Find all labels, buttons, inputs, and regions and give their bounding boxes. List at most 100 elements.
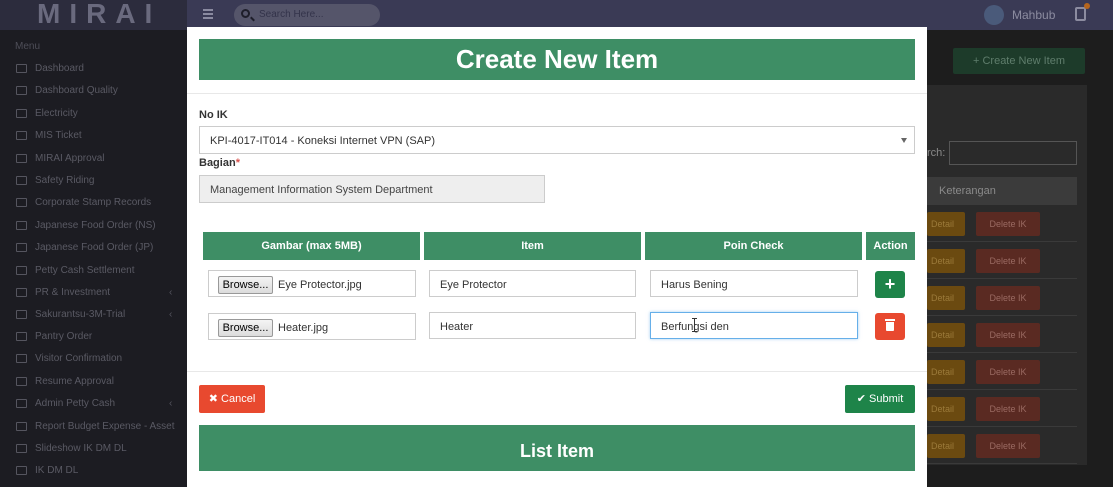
cancel-button[interactable]: ✖ Cancel xyxy=(199,385,265,413)
table-row: Detail Delete IK xyxy=(927,205,1077,242)
bagian-label: Bagian* xyxy=(199,157,240,169)
create-new-item-button[interactable]: + Create New Item xyxy=(953,48,1085,74)
sidebar-item-resume-approval[interactable]: Resume Approval xyxy=(16,374,186,392)
monitor-icon xyxy=(16,64,27,73)
check-icon: ✔ xyxy=(856,393,870,405)
detail-button[interactable]: Detail xyxy=(927,249,965,273)
create-item-modal: Create New Item No IK KPI-4017-IT014 - K… xyxy=(187,27,927,487)
list-icon xyxy=(16,466,27,475)
bagian-field: Management Information System Department xyxy=(199,175,545,203)
sidebar-item-mirai-approval[interactable]: MIRAI Approval xyxy=(16,151,186,169)
divider xyxy=(187,93,927,94)
file-name: Heater.jpg xyxy=(278,322,329,334)
bagian-value: Management Information System Department xyxy=(210,184,433,196)
sidebar-item-mis-ticket[interactable]: MIS Ticket xyxy=(16,128,186,146)
user-avatar[interactable] xyxy=(984,5,1004,25)
search-placeholder: Search Here... xyxy=(259,9,324,20)
image-file-input[interactable]: Browse... Eye Protector.jpg xyxy=(208,270,416,297)
table-row: Detail Delete IK xyxy=(927,390,1077,427)
sidebar-menu-header: Menu xyxy=(15,41,41,52)
cancel-label: Cancel xyxy=(221,393,256,405)
sidebar-item-corporate-stamp[interactable]: Corporate Stamp Records xyxy=(16,195,186,213)
delete-ik-button[interactable]: Delete IK xyxy=(976,397,1040,421)
delete-ik-button[interactable]: Delete IK xyxy=(976,212,1040,236)
browse-button[interactable]: Browse... xyxy=(218,319,273,337)
sidebar: Menu Dashboard Dashboard Quality Electri… xyxy=(0,30,187,487)
item-input[interactable]: Eye Protector xyxy=(429,270,636,297)
column-header-poin-check: Poin Check xyxy=(645,232,862,260)
table-row: Detail Delete IK xyxy=(927,279,1077,316)
list-item-header: List Item xyxy=(199,425,915,471)
sidebar-item-dashboard[interactable]: Dashboard xyxy=(16,61,186,79)
delete-row-button[interactable] xyxy=(875,313,905,340)
search-icon xyxy=(241,9,250,18)
sidebar-item-pr-investment[interactable]: PR & Investment ‹ xyxy=(16,285,186,303)
item-value: Eye Protector xyxy=(440,279,507,291)
list-icon xyxy=(16,422,27,431)
edit-icon xyxy=(16,310,27,319)
monitor-icon xyxy=(16,444,27,453)
bagian-label-text: Bagian xyxy=(199,157,236,169)
item-input[interactable]: Heater xyxy=(429,312,636,339)
sidebar-item-slideshow[interactable]: Slideshow IK DM DL xyxy=(16,441,186,459)
delete-ik-button[interactable]: Delete IK xyxy=(976,323,1040,347)
edit-icon xyxy=(16,198,27,207)
sidebar-item-safety-riding[interactable]: Safety Riding xyxy=(16,173,186,191)
chevron-left-icon: ‹ xyxy=(169,309,173,320)
detail-button[interactable]: Detail xyxy=(927,323,965,347)
browse-button[interactable]: Browse... xyxy=(218,276,273,294)
poin-check-value: Harus Bening xyxy=(661,279,728,291)
sidebar-item-sakurantsu[interactable]: Sakurantsu-3M-Trial ‹ xyxy=(16,307,186,325)
edit-icon xyxy=(16,176,27,185)
add-row-button[interactable]: + xyxy=(875,271,905,298)
edit-icon xyxy=(16,154,27,163)
sidebar-item-visitor-confirmation[interactable]: Visitor Confirmation xyxy=(16,351,186,369)
notification-badge xyxy=(1084,3,1090,9)
user-name[interactable]: Mahbub xyxy=(1012,8,1055,22)
edit-icon xyxy=(16,266,27,275)
column-header-item: Item xyxy=(424,232,641,260)
chevron-left-icon: ‹ xyxy=(169,287,173,298)
global-search-input[interactable]: Search Here... xyxy=(234,4,380,26)
sidebar-item-jp-food-jp[interactable]: Japanese Food Order (JP) xyxy=(16,240,186,258)
detail-button[interactable]: Detail xyxy=(927,397,965,421)
poin-check-input[interactable]: Berfungsi den xyxy=(650,312,858,339)
sidebar-item-report-budget[interactable]: Report Budget Expense - Asset xyxy=(16,419,186,437)
table-row: Detail Delete IK xyxy=(927,242,1077,279)
monitor-icon xyxy=(16,86,27,95)
sidebar-item-jp-food-ns[interactable]: Japanese Food Order (NS) xyxy=(16,218,186,236)
sidebar-item-pantry-order[interactable]: Pantry Order xyxy=(16,329,186,347)
detail-button[interactable]: Detail xyxy=(927,360,965,384)
item-value: Heater xyxy=(440,321,474,333)
detail-button[interactable]: Detail xyxy=(927,286,965,310)
modal-title: Create New Item xyxy=(199,39,915,80)
sidebar-item-dashboard-quality[interactable]: Dashboard Quality xyxy=(16,83,186,101)
no-ik-select[interactable]: KPI-4017-IT014 - Koneksi Internet VPN (S… xyxy=(199,126,915,154)
submit-button[interactable]: ✔ Submit xyxy=(845,385,915,413)
edit-icon xyxy=(16,288,27,297)
sidebar-item-admin-petty-cash[interactable]: Admin Petty Cash ‹ xyxy=(16,396,186,414)
sidebar-item-petty-cash-settlement[interactable]: Petty Cash Settlement xyxy=(16,263,186,281)
monitor-icon xyxy=(16,109,27,118)
brand-text: MIRAI xyxy=(37,0,162,29)
table-search-input[interactable] xyxy=(949,141,1077,165)
plus-icon: + xyxy=(884,274,896,294)
notification-icon[interactable] xyxy=(1075,7,1086,21)
brand-logo[interactable]: MIRAI xyxy=(0,0,187,30)
required-mark: * xyxy=(235,157,240,169)
sidebar-item-ik-dm-dl[interactable]: IK DM DL xyxy=(16,463,186,481)
delete-ik-button[interactable]: Delete IK xyxy=(976,360,1040,384)
image-file-input[interactable]: Browse... Heater.jpg xyxy=(208,313,416,340)
delete-ik-button[interactable]: Delete IK xyxy=(976,286,1040,310)
detail-button[interactable]: Detail xyxy=(927,212,965,236)
poin-check-input[interactable]: Harus Bening xyxy=(650,270,858,297)
sidebar-item-electricity[interactable]: Electricity xyxy=(16,106,186,124)
divider xyxy=(187,371,927,372)
close-icon: ✖ xyxy=(208,393,222,405)
column-header-action: Action xyxy=(866,232,915,260)
submit-label: Submit xyxy=(869,393,904,405)
delete-ik-button[interactable]: Delete IK xyxy=(976,434,1040,458)
delete-ik-button[interactable]: Delete IK xyxy=(976,249,1040,273)
detail-button[interactable]: Detail xyxy=(927,434,965,458)
hamburger-menu-icon[interactable] xyxy=(203,9,213,21)
